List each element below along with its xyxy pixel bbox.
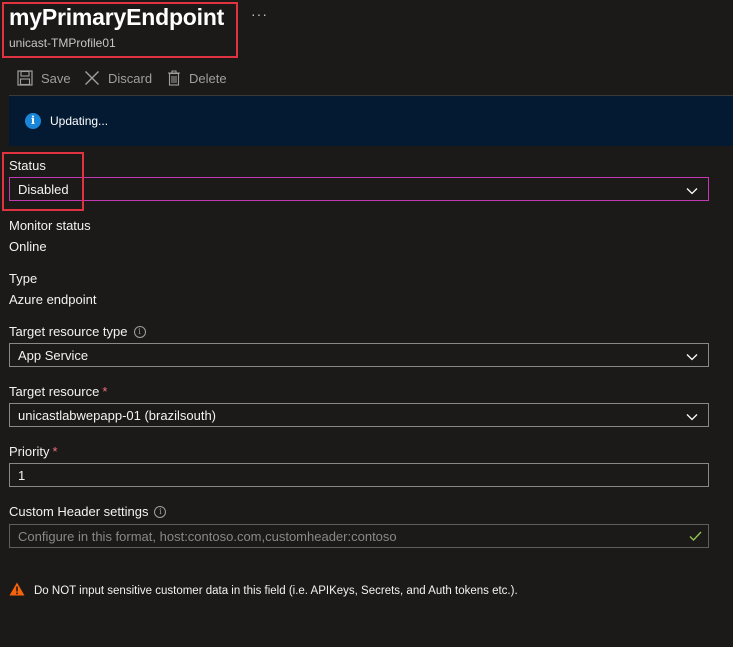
status-dropdown[interactable]: Disabled <box>9 177 709 201</box>
type-label-text: Type <box>9 271 38 286</box>
save-icon <box>17 70 33 86</box>
delete-label: Delete <box>189 70 227 86</box>
required-marker: * <box>52 444 58 459</box>
monitor-status-value: Online <box>9 239 47 254</box>
status-highlight-box <box>2 152 84 211</box>
target-resource-dropdown[interactable]: unicastlabwepapp-01 (brazilsouth) <box>9 403 709 427</box>
info-tooltip-icon[interactable]: i <box>154 505 167 518</box>
warning-icon <box>9 582 25 599</box>
trash-icon <box>167 70 181 86</box>
chevron-down-icon <box>686 350 698 365</box>
notification-bar <box>9 95 733 146</box>
type-value: Azure endpoint <box>9 292 97 307</box>
required-marker: * <box>102 384 108 399</box>
monitor-status-label: Monitor status <box>9 218 91 233</box>
target-resource-label: Target resource * <box>9 384 107 399</box>
chevron-down-icon <box>686 184 698 199</box>
target-resource-type-value: App Service <box>18 347 89 363</box>
custom-header-label: Custom Header settings i <box>9 504 167 519</box>
warning-message: Do NOT input sensitive customer data in … <box>9 582 518 599</box>
warning-text: Do NOT input sensitive customer data in … <box>34 584 518 597</box>
info-icon: i <box>25 113 41 129</box>
target-resource-type-dropdown[interactable]: App Service <box>9 343 709 367</box>
checkmark-icon <box>689 530 702 545</box>
type-label: Type <box>9 271 37 286</box>
target-resource-value: unicastlabwepapp-01 (brazilsouth) <box>18 407 217 423</box>
priority-label-text: Priority <box>9 444 50 459</box>
priority-value: 1 <box>18 467 26 483</box>
page-subtitle: unicast-TMProfile01 <box>9 36 116 50</box>
chevron-down-icon <box>686 410 698 425</box>
priority-input[interactable]: 1 <box>9 463 709 487</box>
info-tooltip-icon[interactable]: i <box>133 325 146 338</box>
custom-header-placeholder: Configure in this format, host:contoso.c… <box>18 528 397 544</box>
discard-button[interactable]: Discard <box>84 68 152 88</box>
custom-header-input[interactable]: Configure in this format, host:contoso.c… <box>9 524 709 548</box>
target-resource-label-text: Target resource <box>9 384 100 399</box>
discard-label: Discard <box>108 70 153 86</box>
delete-button[interactable]: Delete <box>167 68 227 88</box>
target-resource-type-label-text: Target resource type <box>9 324 128 339</box>
target-resource-type-label: Target resource type i <box>9 324 146 339</box>
notification-text: Updating... <box>50 114 109 128</box>
custom-header-label-text: Custom Header settings <box>9 504 149 519</box>
priority-label: Priority * <box>9 444 58 459</box>
monitor-status-label-text: Monitor status <box>9 218 91 233</box>
save-label: Save <box>41 70 71 86</box>
close-icon <box>84 70 100 86</box>
page-title: myPrimaryEndpoint <box>9 4 225 30</box>
save-button[interactable]: Save <box>17 68 71 88</box>
more-options-button[interactable]: ··· <box>251 6 268 22</box>
